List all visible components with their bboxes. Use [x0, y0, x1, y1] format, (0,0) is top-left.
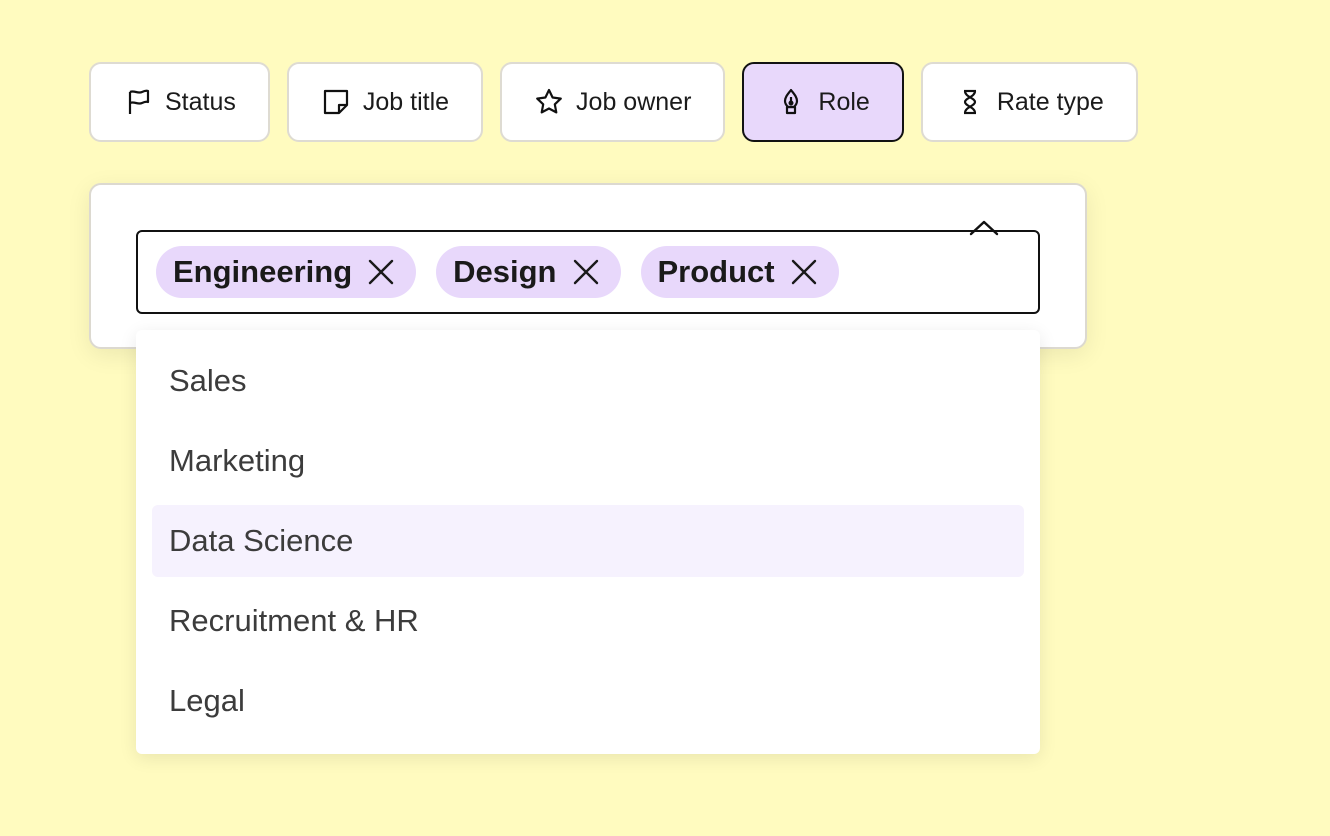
- filter-status-label: Status: [165, 87, 236, 116]
- option-legal[interactable]: Legal: [152, 665, 1024, 737]
- close-icon[interactable]: [366, 257, 396, 287]
- tag-label: Product: [657, 254, 775, 289]
- close-icon[interactable]: [789, 257, 819, 287]
- filter-job-title-label: Job title: [362, 87, 450, 116]
- tag-design: Design: [436, 246, 621, 298]
- selected-tags: Engineering Design Product: [156, 246, 839, 298]
- filter-job-owner-button[interactable]: Job owner: [500, 62, 726, 142]
- filter-bar: Status Job title Job owner Role Rate typ…: [89, 62, 1138, 142]
- filter-rate-type-button[interactable]: Rate type: [920, 62, 1138, 142]
- page: Status Job title Job owner Role Rate typ…: [0, 0, 1330, 836]
- option-sales[interactable]: Sales: [152, 345, 1024, 417]
- tag-engineering: Engineering: [156, 246, 417, 298]
- star-icon: [534, 87, 564, 117]
- filter-role-label: Role: [818, 87, 870, 116]
- tag-label: Engineering: [173, 254, 353, 289]
- option-marketing[interactable]: Marketing: [152, 425, 1024, 497]
- role-options-dropdown: Sales Marketing Data Science Recruitment…: [136, 330, 1040, 754]
- tag-label: Design: [453, 254, 557, 289]
- filter-status-button[interactable]: Status: [89, 62, 270, 142]
- note-icon: [321, 87, 351, 117]
- filter-role-button[interactable]: Role: [742, 62, 904, 142]
- filter-job-title-button[interactable]: Job title: [286, 62, 484, 142]
- flag-icon: [123, 87, 153, 117]
- chevron-up-icon[interactable]: [967, 216, 1001, 240]
- option-data-science[interactable]: Data Science: [152, 505, 1024, 577]
- tag-product: Product: [640, 246, 839, 298]
- hourglass-icon: [955, 87, 985, 117]
- close-icon[interactable]: [571, 257, 601, 287]
- pen-nib-icon: [776, 87, 806, 117]
- filter-job-owner-label: Job owner: [576, 87, 692, 116]
- role-multiselect[interactable]: Engineering Design Product: [136, 230, 1040, 314]
- filter-rate-type-label: Rate type: [996, 87, 1104, 116]
- option-recruitment-hr[interactable]: Recruitment & HR: [152, 585, 1024, 657]
